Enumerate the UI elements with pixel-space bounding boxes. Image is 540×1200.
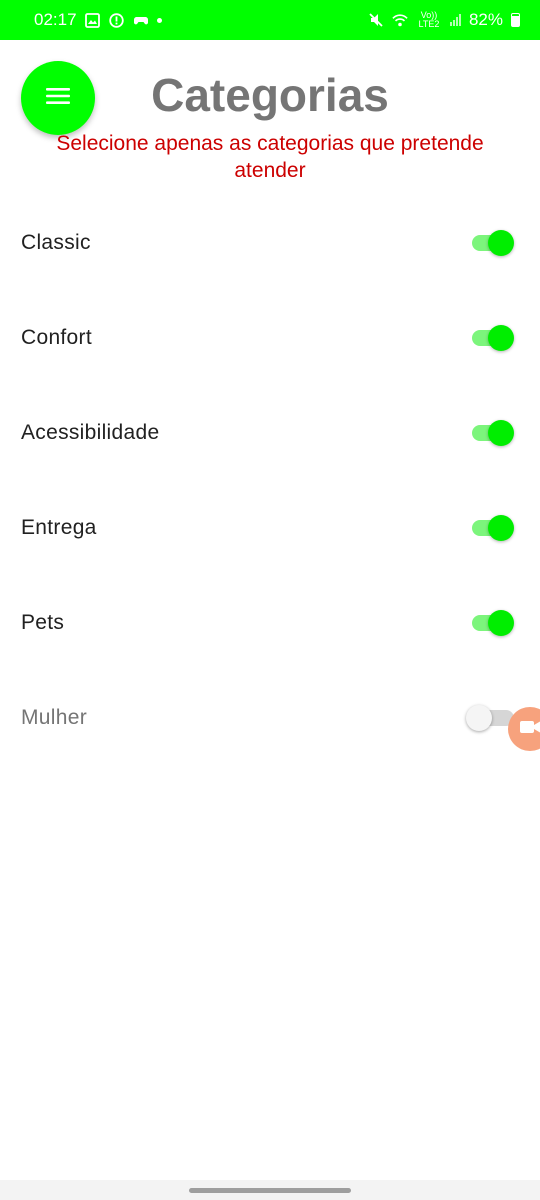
alert-icon	[109, 12, 125, 28]
category-label: Classic	[21, 230, 91, 254]
wifi-icon	[392, 12, 408, 28]
category-label: Acessibilidade	[21, 420, 160, 444]
category-row-confort: Confort	[0, 290, 540, 385]
category-toggle-pets[interactable]	[472, 609, 514, 636]
mute-icon	[368, 12, 384, 28]
category-toggle-confort[interactable]	[472, 324, 514, 351]
volte-label: Vo)) LTE2	[418, 10, 440, 29]
game-icon	[133, 12, 149, 28]
status-time: 02:17	[34, 10, 77, 29]
category-row-acessibilidade: Acessibilidade	[0, 385, 540, 480]
category-toggle-classic[interactable]	[472, 229, 514, 256]
navigation-bar	[0, 1180, 540, 1200]
gallery-icon	[85, 12, 101, 28]
page-subtitle: Selecione apenas as categorias que prete…	[56, 132, 484, 182]
category-label: Mulher	[21, 705, 87, 729]
home-gesture-bar[interactable]	[189, 1187, 351, 1193]
category-toggle-acessibilidade[interactable]	[472, 419, 514, 446]
category-label: Pets	[21, 610, 65, 634]
status-left: 02:17	[34, 10, 162, 30]
category-list: Classic Confort Acessibilidade Entrega P…	[0, 195, 540, 765]
category-row-classic: Classic	[0, 195, 540, 290]
category-row-pets: Pets	[0, 575, 540, 670]
category-row-mulher: Mulher	[0, 670, 540, 765]
status-bar: 02:17 Vo)) LTE2 82%	[0, 0, 540, 40]
notification-dot-icon	[156, 17, 162, 23]
category-label: Entrega	[21, 515, 97, 539]
battery-percent: 82%	[468, 10, 503, 29]
category-label: Confort	[21, 325, 92, 349]
battery-icon	[511, 13, 520, 27]
category-row-entrega: Entrega	[0, 480, 540, 575]
signal-icon	[449, 14, 461, 26]
status-right: Vo)) LTE2 82%	[368, 10, 520, 30]
category-toggle-entrega[interactable]	[472, 514, 514, 541]
video-camera-icon	[519, 719, 540, 740]
page-title: Categorias	[151, 69, 389, 121]
